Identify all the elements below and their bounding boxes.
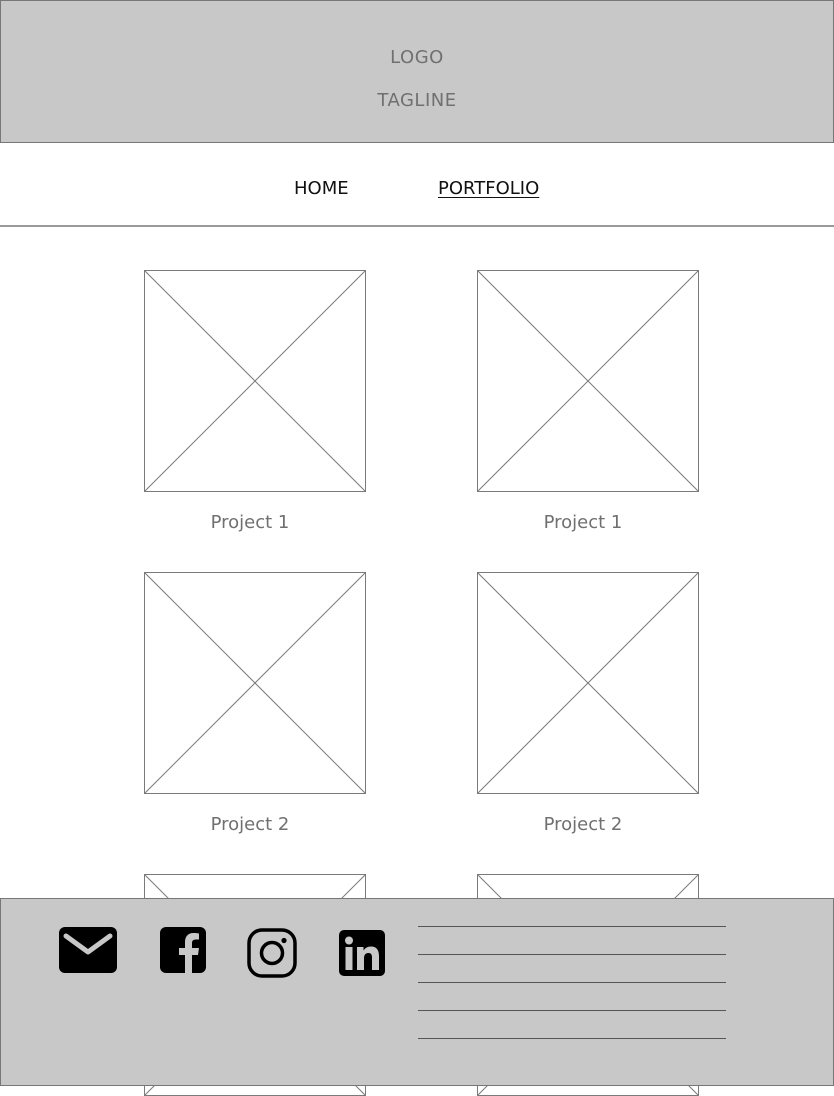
project-caption: Project 2 xyxy=(543,814,623,835)
nav-bar: HOME PORTFOLIO xyxy=(0,143,834,227)
logo[interactable]: LOGO xyxy=(1,47,833,68)
project-caption: Project 1 xyxy=(543,512,623,533)
project-thumbnail-1[interactable] xyxy=(144,270,366,492)
footer xyxy=(0,898,834,1086)
project-thumbnail-2[interactable] xyxy=(477,270,699,492)
footer-text-line xyxy=(418,1038,726,1039)
tagline: TAGLINE xyxy=(377,90,457,111)
linkedin-icon[interactable] xyxy=(338,929,386,981)
facebook-icon[interactable] xyxy=(159,926,207,978)
mail-icon[interactable] xyxy=(58,926,118,978)
nav-home-link[interactable]: HOME xyxy=(294,178,349,199)
footer-text-line xyxy=(418,926,726,927)
footer-text-line xyxy=(418,1010,726,1011)
project-thumbnail-3[interactable] xyxy=(144,572,366,794)
footer-text-line xyxy=(418,982,726,983)
project-thumbnail-4[interactable] xyxy=(477,572,699,794)
footer-text-line xyxy=(418,954,726,955)
nav-portfolio-link[interactable]: PORTFOLIO xyxy=(438,178,539,199)
instagram-icon[interactable] xyxy=(247,928,297,982)
header: LOGO TAGLINE xyxy=(0,0,834,143)
project-caption: Project 2 xyxy=(210,814,290,835)
project-caption: Project 1 xyxy=(210,512,290,533)
